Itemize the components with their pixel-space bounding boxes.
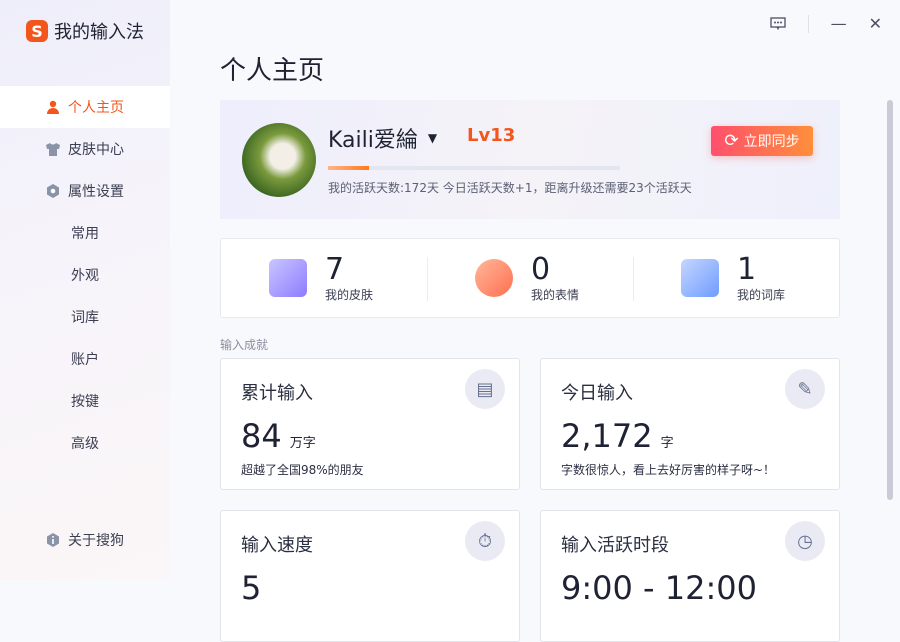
- card-unit: 字: [661, 436, 674, 451]
- app-title: 我的输入法: [54, 18, 144, 44]
- stat-dictionary[interactable]: 1我的词库: [633, 239, 839, 317]
- smiley-icon: [475, 259, 513, 297]
- stat-label: 我的表情: [531, 286, 579, 303]
- sidebar-item-label: 皮肤中心: [68, 139, 124, 159]
- stat-value: 7: [325, 254, 373, 286]
- card-today-input: 今日输入 ✎ 2,172 字 字数很惊人，看上去好厉害的样子呀~！: [540, 358, 840, 490]
- sidebar-item-label: 属性设置: [68, 181, 124, 201]
- tshirt-icon: [46, 142, 60, 156]
- stat-label: 我的皮肤: [325, 286, 373, 303]
- window-controls: — ✕: [770, 14, 882, 33]
- sidebar-item-profile[interactable]: 个人主页: [0, 86, 170, 128]
- card-unit: 万字: [290, 436, 316, 451]
- stat-emoji[interactable]: 0我的表情: [427, 239, 633, 317]
- edit-icon: ✎: [785, 369, 825, 409]
- card-total-input: 累计输入 ▤ 84 万字 超越了全国98%的朋友: [220, 358, 520, 490]
- info-icon: [46, 533, 60, 547]
- about-link[interactable]: 关于搜狗: [46, 530, 124, 550]
- card-title: 累计输入: [241, 379, 313, 405]
- sidebar-item-skins[interactable]: 皮肤中心: [0, 128, 170, 170]
- book-icon: [681, 259, 719, 297]
- sidebar-item-keys[interactable]: 按键: [0, 380, 170, 422]
- feedback-icon[interactable]: [770, 17, 786, 31]
- sogou-logo-icon: S: [26, 20, 48, 42]
- card-input-speed: 输入速度 ⏱ 5: [220, 510, 520, 642]
- profile-card: Kaili爱綸 ▼ Lv13 我的活跃天数:172天 今日活跃天数+1，距离升级还…: [220, 100, 840, 219]
- page-title: 个人主页: [220, 50, 324, 87]
- stat-value: 0: [531, 254, 579, 286]
- about-label: 关于搜狗: [68, 530, 124, 550]
- sidebar-item-account[interactable]: 账户: [0, 338, 170, 380]
- avatar[interactable]: [242, 123, 316, 197]
- sync-icon: ⟳: [724, 131, 738, 151]
- minimize-button[interactable]: —: [831, 14, 847, 33]
- card-title: 今日输入: [561, 379, 633, 405]
- activity-description: 我的活跃天数:172天 今日活跃天数+1，距离升级还需要23个活跃天: [328, 179, 692, 196]
- sidebar-nav: 个人主页 皮肤中心 属性设置 常用 外观 词库 账户 按键 高级: [0, 86, 170, 464]
- card-value: 84: [241, 417, 282, 455]
- stat-value: 1: [737, 254, 785, 286]
- sync-button[interactable]: ⟳ 立即同步: [711, 126, 813, 156]
- sidebar-item-settings[interactable]: 属性设置: [0, 170, 170, 212]
- app-logo: S 我的输入法: [26, 18, 144, 44]
- card-title: 输入速度: [241, 531, 313, 557]
- level-progress: [328, 166, 620, 170]
- card-desc: 超越了全国98%的朋友: [241, 461, 364, 478]
- username: Kaili爱綸: [328, 122, 418, 154]
- divider: [808, 15, 809, 33]
- stats-card: 7我的皮肤 0我的表情 1我的词库: [220, 238, 840, 318]
- card-title: 输入活跃时段: [561, 531, 669, 557]
- card-value: 2,172: [561, 417, 653, 455]
- sidebar: S 我的输入法 个人主页 皮肤中心 属性设置 常用 外观 词库 账户 按键 高级…: [0, 0, 170, 580]
- sidebar-item-appearance[interactable]: 外观: [0, 254, 170, 296]
- stopwatch-icon: ⏱: [465, 521, 505, 561]
- stat-skins[interactable]: 7我的皮肤: [221, 239, 427, 317]
- sidebar-item-advanced[interactable]: 高级: [0, 422, 170, 464]
- stat-label: 我的词库: [737, 286, 785, 303]
- hexagon-icon: [46, 184, 60, 198]
- card-value: 5: [241, 569, 261, 607]
- card-desc: 字数很惊人，看上去好厉害的样子呀~！: [561, 461, 775, 478]
- close-button[interactable]: ✕: [869, 14, 882, 33]
- sidebar-item-common[interactable]: 常用: [0, 212, 170, 254]
- sync-label: 立即同步: [744, 131, 800, 151]
- card-value: 9:00 - 12:00: [561, 569, 757, 607]
- section-label: 输入成就: [220, 336, 268, 353]
- document-icon: ▤: [465, 369, 505, 409]
- level-progress-fill: [328, 166, 369, 170]
- clock-icon: ◷: [785, 521, 825, 561]
- card-active-period: 输入活跃时段 ◷ 9:00 - 12:00: [540, 510, 840, 642]
- sidebar-item-label: 个人主页: [68, 97, 124, 117]
- username-dropdown[interactable]: Kaili爱綸 ▼: [328, 122, 437, 154]
- sidebar-item-dictionary[interactable]: 词库: [0, 296, 170, 338]
- scrollbar[interactable]: [887, 100, 893, 500]
- caret-down-icon: ▼: [428, 131, 437, 145]
- user-icon: [46, 100, 60, 114]
- skin-icon: [269, 259, 307, 297]
- level-badge: Lv13: [467, 125, 515, 146]
